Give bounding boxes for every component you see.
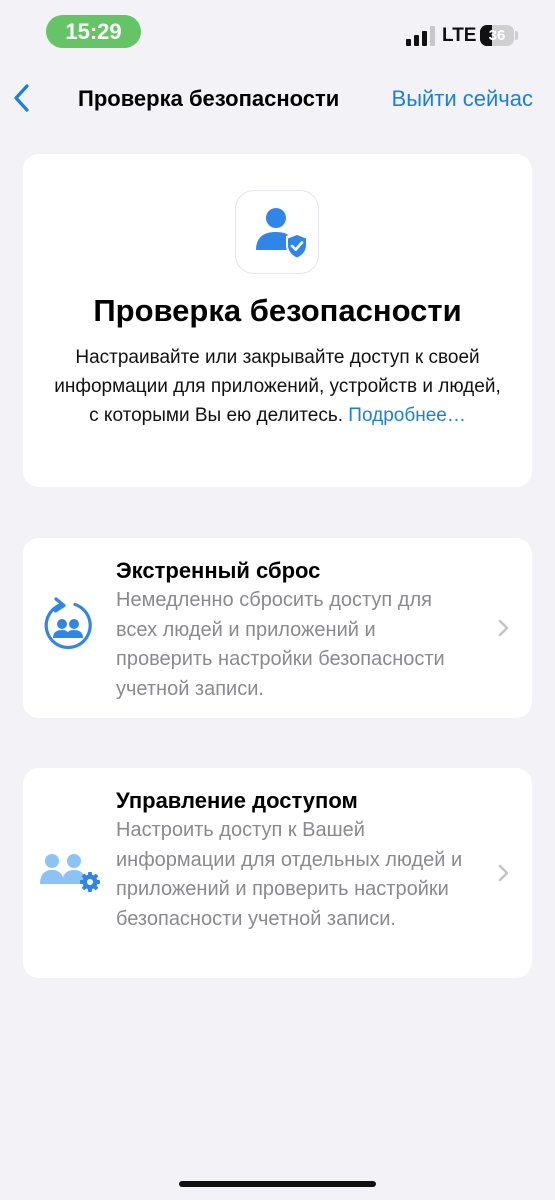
emergency-reset-button[interactable]: Экстренный сброс Немедленно сбросить дос… bbox=[23, 538, 532, 718]
emergency-reset-icon bbox=[44, 597, 92, 650]
status-bar: 15:29 LTE 36 bbox=[0, 0, 555, 64]
manage-access-button[interactable]: Управление доступом Настроить доступ к В… bbox=[23, 768, 532, 978]
cellular-signal-icon bbox=[406, 26, 435, 46]
hero-title: Проверка безопасности bbox=[93, 293, 462, 328]
navigation-bar: Проверка безопасности Выйти сейчас bbox=[0, 70, 555, 126]
learn-more-link[interactable]: Подробнее… bbox=[348, 405, 466, 426]
chevron-right-icon bbox=[498, 619, 509, 637]
emergency-reset-description: Немедленно сбросить доступ для всех люде… bbox=[116, 589, 445, 700]
network-type: LTE bbox=[442, 25, 477, 46]
manage-access-title: Управление доступом bbox=[116, 788, 358, 813]
battery-percentage: 36 bbox=[488, 27, 506, 44]
home-indicator[interactable] bbox=[179, 1181, 376, 1187]
safety-check-header-card: Проверка безопасности Настраивайте или з… bbox=[23, 154, 532, 487]
back-button[interactable] bbox=[8, 80, 38, 116]
battery-icon: 36 bbox=[480, 25, 514, 46]
manage-access-icon bbox=[40, 854, 100, 892]
battery-cap bbox=[515, 31, 518, 40]
manage-access-description: Настроить доступ к Вашей информации для … bbox=[116, 819, 463, 930]
emergency-reset-title: Экстренный сброс bbox=[116, 558, 321, 583]
hero-description: Настраивайте или закрывайте доступ к сво… bbox=[53, 343, 502, 430]
quick-exit-button[interactable]: Выйти сейчас bbox=[392, 85, 533, 113]
chevron-right-icon bbox=[498, 864, 509, 882]
app-icon bbox=[235, 190, 319, 274]
person-shield-icon bbox=[256, 208, 308, 260]
nav-title: Проверка безопасности bbox=[78, 86, 340, 111]
status-time[interactable]: 15:29 bbox=[46, 15, 141, 48]
chevron-left-icon bbox=[14, 84, 29, 112]
